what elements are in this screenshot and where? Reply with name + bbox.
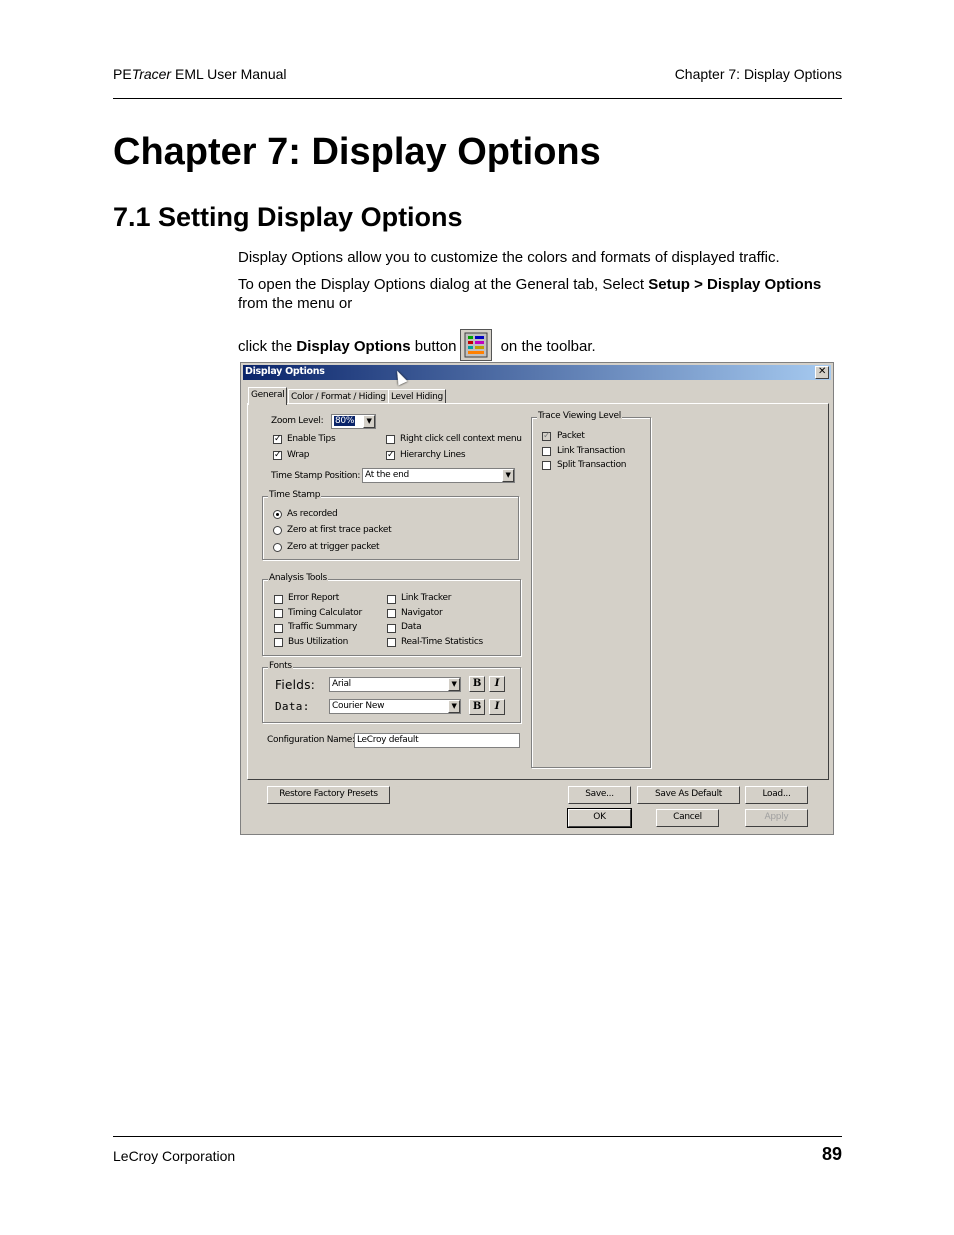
page-number: 89 [821,1144,842,1164]
fields-font-select[interactable]: Arial ▼ [329,677,461,692]
running-header-left: PETracer EML User Manual [113,66,287,82]
bus-utilization-label: Bus Utilization [288,637,349,647]
tab-level-hiding[interactable]: Level Hiding [388,389,446,404]
analysis-tools-title: Analysis Tools [268,573,328,583]
bus-utilization-checkbox[interactable] [274,638,283,647]
data-italic-button[interactable]: I [489,699,505,715]
wrap-label: Wrap [287,450,310,460]
mouse-cursor-icon [392,368,408,386]
timing-calculator-label: Timing Calculator [288,608,362,618]
display-options-dialog: Display Options ✕ General Color / Format… [240,362,834,835]
ok-button[interactable]: OK [567,808,632,828]
load-button[interactable]: Load... [745,786,808,804]
intro-paragraph: Display Options allow you to customize t… [238,249,780,266]
tab-general[interactable]: General [248,387,288,405]
configuration-name-label: Configuration Name: [267,735,355,745]
zero-trigger-packet-label: Zero at trigger packet [287,542,380,552]
save-as-default-button[interactable]: Save As Default [637,786,740,804]
traffic-summary-label: Traffic Summary [288,622,358,632]
zero-first-packet-label: Zero at first trace packet [287,525,392,535]
toolbar-paragraph: click the Display Options button on the … [238,329,848,363]
fields-font-value: Arial [332,679,351,689]
link-transaction-label: Link Transaction [557,446,625,456]
navigator-checkbox[interactable] [387,609,396,618]
real-time-statistics-label: Real-Time Statistics [401,637,483,647]
save-button[interactable]: Save... [568,786,631,804]
configuration-name-input[interactable]: LeCroy default [354,733,520,748]
zero-trigger-packet-radio[interactable] [273,543,282,552]
hierarchy-lines-label: Hierarchy Lines [400,450,466,460]
data-font-value: Courier New [332,701,385,711]
trace-viewing-level-title: Trace Viewing Level [537,411,622,421]
header-rule [113,98,842,99]
navigator-label: Navigator [401,608,443,618]
zero-first-packet-radio[interactable] [273,526,282,535]
chevron-down-icon[interactable]: ▼ [363,415,375,428]
footer-rule [113,1136,842,1137]
data-checkbox[interactable] [387,624,396,633]
fields-bold-button[interactable]: B [469,676,485,692]
fields-font-label: Fields: [275,678,316,692]
error-report-label: Error Report [288,593,340,603]
analysis-tools-group: Analysis Tools Error Report Timing Calcu… [262,573,521,656]
zoom-level-value: 80% [334,416,356,426]
timestamp-position-select[interactable]: At the end ▼ [362,468,515,483]
fields-italic-button[interactable]: I [489,676,505,692]
link-tracker-checkbox[interactable] [387,595,396,604]
restore-factory-presets-button[interactable]: Restore Factory Presets [267,786,390,804]
packet-checkbox[interactable]: ✓ [542,432,551,441]
enable-tips-label: Enable Tips [287,434,336,444]
enable-tips-checkbox[interactable]: ✓ [273,435,282,444]
timing-calculator-checkbox[interactable] [274,609,283,618]
right-click-menu-checkbox[interactable] [386,435,395,444]
timestamp-position-label: Time Stamp Position: [271,471,361,481]
configuration-name-value: LeCroy default [357,735,419,745]
timestamp-group-title: Time Stamp [268,490,322,500]
close-icon[interactable]: ✕ [815,366,829,379]
data-label: Data [401,622,422,632]
as-recorded-label: As recorded [287,509,338,519]
split-transaction-label: Split Transaction [557,460,627,470]
running-header-right: Chapter 7: Display Options [674,66,842,82]
footer-company: LeCroy Corporation [113,1148,236,1164]
section-title: 7.1 Setting Display Options [113,202,463,232]
data-font-label: Data: [275,700,310,713]
traffic-summary-checkbox[interactable] [274,624,283,633]
chevron-down-icon[interactable]: ▼ [448,700,460,713]
cancel-button[interactable]: Cancel [656,809,719,827]
tab-color-format-hiding[interactable]: Color / Format / Hiding [288,389,389,404]
zoom-level-label: Zoom Level: [271,416,324,426]
chevron-down-icon[interactable]: ▼ [502,469,514,482]
timestamp-group: Time Stamp As recorded Zero at first tra… [262,490,519,560]
fonts-group: Fonts Fields: Arial ▼ B I Data: Courier … [262,661,521,723]
data-bold-button[interactable]: B [469,699,485,715]
trace-viewing-level-group: Trace Viewing Level ✓ Packet Link Transa… [531,411,651,768]
link-transaction-checkbox[interactable] [542,447,551,456]
instructions-paragraph: To open the Display Options dialog at th… [238,276,822,312]
general-tab-panel: Zoom Level: 80% ▼ ✓ Enable Tips ✓ Wrap R… [247,403,829,780]
zoom-level-select[interactable]: 80% ▼ [331,414,376,429]
chevron-down-icon[interactable]: ▼ [448,678,460,691]
data-font-select[interactable]: Courier New ▼ [329,699,461,714]
as-recorded-radio[interactable] [273,510,282,519]
hierarchy-lines-checkbox[interactable]: ✓ [386,451,395,460]
right-click-menu-label: Right click cell context menu [400,434,522,444]
apply-button[interactable]: Apply [745,809,808,827]
display-options-toolbar-icon [460,329,493,361]
fonts-group-title: Fonts [268,661,293,671]
packet-label: Packet [557,431,585,441]
wrap-checkbox[interactable]: ✓ [273,451,282,460]
error-report-checkbox[interactable] [274,595,283,604]
timestamp-position-value: At the end [365,470,409,480]
split-transaction-checkbox[interactable] [542,461,551,470]
real-time-statistics-checkbox[interactable] [387,638,396,647]
dialog-titlebar: Display Options ✕ [243,365,831,386]
dialog-title: Display Options [245,366,325,377]
link-tracker-label: Link Tracker [401,593,452,603]
chapter-title: Chapter 7: Display Options [113,131,601,173]
